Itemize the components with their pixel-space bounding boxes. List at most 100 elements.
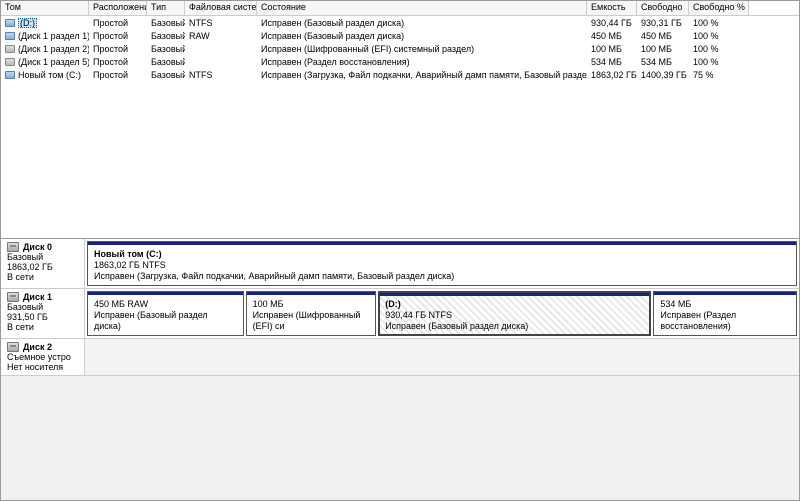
partition-stripe <box>654 292 796 295</box>
volume-state: Исправен (Базовый раздел диска) <box>257 18 587 28</box>
col-header-state[interactable]: Состояние <box>257 1 587 15</box>
partition-sub1: 534 МБ <box>660 299 790 310</box>
volume-loc: Простой <box>89 31 147 41</box>
volume-name-cell: (D:) <box>1 18 89 28</box>
partition[interactable]: 534 МБИсправен (Раздел восстановления) <box>653 291 797 336</box>
disk-graphical-area: Диск 0Базовый1863,02 ГБВ сетиНовый том (… <box>1 239 799 500</box>
disk-row: Диск 2Съемное устроНет носителя <box>1 339 799 376</box>
disk-meta3: Нет носителя <box>7 362 78 372</box>
volume-state: Исправен (Загрузка, Файл подкачки, Авари… <box>257 70 587 80</box>
col-header-type[interactable]: Тип <box>147 1 185 15</box>
volume-name-cell: (Диск 1 раздел 5) <box>1 57 89 67</box>
volume-type: Базовый <box>147 31 185 41</box>
volume-cap: 930,44 ГБ <box>587 18 637 28</box>
volume-name-cell: (Диск 1 раздел 1) <box>1 31 89 41</box>
volume-freep: 75 % <box>689 70 749 80</box>
volume-type: Базовый <box>147 18 185 28</box>
volume-name: (Диск 1 раздел 5) <box>18 57 89 67</box>
disk-meta2: 931,50 ГБ <box>7 312 78 322</box>
volume-type: Базовый <box>147 44 185 54</box>
volume-cap: 450 МБ <box>587 31 637 41</box>
volume-row[interactable]: (Диск 1 раздел 1)ПростойБазовыйRAWИсправ… <box>1 29 799 42</box>
drive-icon <box>5 71 15 79</box>
volume-name: (Диск 1 раздел 1) <box>18 31 89 41</box>
col-header-free[interactable]: Свободно <box>637 1 689 15</box>
volume-list-body: (D:)ПростойБазовыйNTFSИсправен (Базовый … <box>1 16 799 81</box>
volume-free: 1400,39 ГБ <box>637 70 689 80</box>
disk-label[interactable]: Диск 1Базовый931,50 ГБВ сети <box>1 289 85 338</box>
partition-body: 534 МБИсправен (Раздел восстановления) <box>660 295 790 332</box>
volume-freep: 100 % <box>689 31 749 41</box>
volume-free: 100 МБ <box>637 44 689 54</box>
volume-name-cell: (Диск 1 раздел 2) <box>1 44 89 54</box>
disk-partitions: Новый том (C:)1863,02 ГБ NTFSИсправен (З… <box>85 239 799 288</box>
disk-meta3: В сети <box>7 322 78 332</box>
col-header-cap[interactable]: Емкость <box>587 1 637 15</box>
volume-row[interactable]: (D:)ПростойБазовыйNTFSИсправен (Базовый … <box>1 16 799 29</box>
col-header-fs[interactable]: Файловая система <box>185 1 257 15</box>
disk-title: Диск 2 <box>7 342 78 352</box>
volume-loc: Простой <box>89 44 147 54</box>
partition-body: 100 МБИсправен (Шифрованный (EFI) си <box>253 295 370 332</box>
disk-management-window: Том Расположение Тип Файловая система Со… <box>0 0 800 501</box>
partition[interactable]: 100 МБИсправен (Шифрованный (EFI) си <box>246 291 377 336</box>
disk-meta1: Съемное устро <box>7 352 78 362</box>
volume-free: 450 МБ <box>637 31 689 41</box>
volume-type: Базовый <box>147 57 185 67</box>
partition-stripe <box>88 292 243 295</box>
volume-free: 930,31 ГБ <box>637 18 689 28</box>
disk-label[interactable]: Диск 0Базовый1863,02 ГБВ сети <box>1 239 85 288</box>
col-header-freep[interactable]: Свободно % <box>689 1 749 15</box>
volume-list-header: Том Расположение Тип Файловая система Со… <box>1 1 799 16</box>
partition-sub2: Исправен (Базовый раздел диска) <box>385 321 644 332</box>
disk-partitions <box>85 339 799 375</box>
partition-sub1: 100 МБ <box>253 299 370 310</box>
partition-title: (D:) <box>385 299 644 310</box>
volume-state: Исправен (Раздел восстановления) <box>257 57 587 67</box>
drive-icon <box>5 45 15 53</box>
partition-sub1: 930,44 ГБ NTFS <box>385 310 644 321</box>
disk-meta3: В сети <box>7 272 78 282</box>
volume-state: Исправен (Шифрованный (EFI) системный ра… <box>257 44 587 54</box>
volume-row[interactable]: (Диск 1 раздел 5)ПростойБазовыйИсправен … <box>1 55 799 68</box>
volume-state: Исправен (Базовый раздел диска) <box>257 31 587 41</box>
drive-icon <box>5 58 15 66</box>
volume-row[interactable]: (Диск 1 раздел 2)ПростойБазовый Исправен … <box>1 42 799 55</box>
volume-loc: Простой <box>89 70 147 80</box>
drive-icon <box>5 19 15 27</box>
partition-body: (D:)930,44 ГБ NTFSИсправен (Базовый разд… <box>385 295 644 332</box>
partition-sub2: Исправен (Шифрованный (EFI) си <box>253 310 370 332</box>
volume-freep: 100 % <box>689 18 749 28</box>
volume-name: Новый том (C:) <box>18 70 81 80</box>
blank-area <box>1 376 799 500</box>
volume-name: (Диск 1 раздел 2) <box>18 44 89 54</box>
partition[interactable]: Новый том (C:)1863,02 ГБ NTFSИсправен (З… <box>87 241 797 286</box>
col-header-tom[interactable]: Том <box>1 1 89 15</box>
volume-free: 534 МБ <box>637 57 689 67</box>
disk-meta2: 1863,02 ГБ <box>7 262 78 272</box>
volume-fs: NTFS <box>185 70 257 80</box>
volume-fs: NTFS <box>185 18 257 28</box>
partition[interactable]: 450 МБ RAWИсправен (Базовый раздел диска… <box>87 291 244 336</box>
volume-row[interactable]: Новый том (C:)ПростойБазовыйNTFSИсправен… <box>1 68 799 81</box>
partition-stripe <box>247 292 376 295</box>
volume-cap: 1863,02 ГБ <box>587 70 637 80</box>
disk-label[interactable]: Диск 2Съемное устроНет носителя <box>1 339 85 375</box>
partition-sub1: 450 МБ RAW <box>94 299 237 310</box>
col-header-loc[interactable]: Расположение <box>89 1 147 15</box>
disk-title: Диск 0 <box>7 242 78 252</box>
disk-title: Диск 1 <box>7 292 78 302</box>
partition-body: 450 МБ RAWИсправен (Базовый раздел диска… <box>94 295 237 332</box>
volume-list: Том Расположение Тип Файловая система Со… <box>1 1 799 239</box>
disk-row: Диск 0Базовый1863,02 ГБВ сетиНовый том (… <box>1 239 799 289</box>
partition-stripe <box>88 242 796 245</box>
partition-body: Новый том (C:)1863,02 ГБ NTFSИсправен (З… <box>94 245 790 282</box>
disk-icon <box>7 292 19 302</box>
partition-sub1: 1863,02 ГБ NTFS <box>94 260 790 271</box>
partition[interactable]: (D:)930,44 ГБ NTFSИсправен (Базовый разд… <box>378 291 651 336</box>
volume-freep: 100 % <box>689 44 749 54</box>
partition-title: Новый том (C:) <box>94 249 790 260</box>
partition-sub2: Исправен (Базовый раздел диска) <box>94 310 237 332</box>
partition-stripe <box>380 293 649 296</box>
volume-cap: 100 МБ <box>587 44 637 54</box>
